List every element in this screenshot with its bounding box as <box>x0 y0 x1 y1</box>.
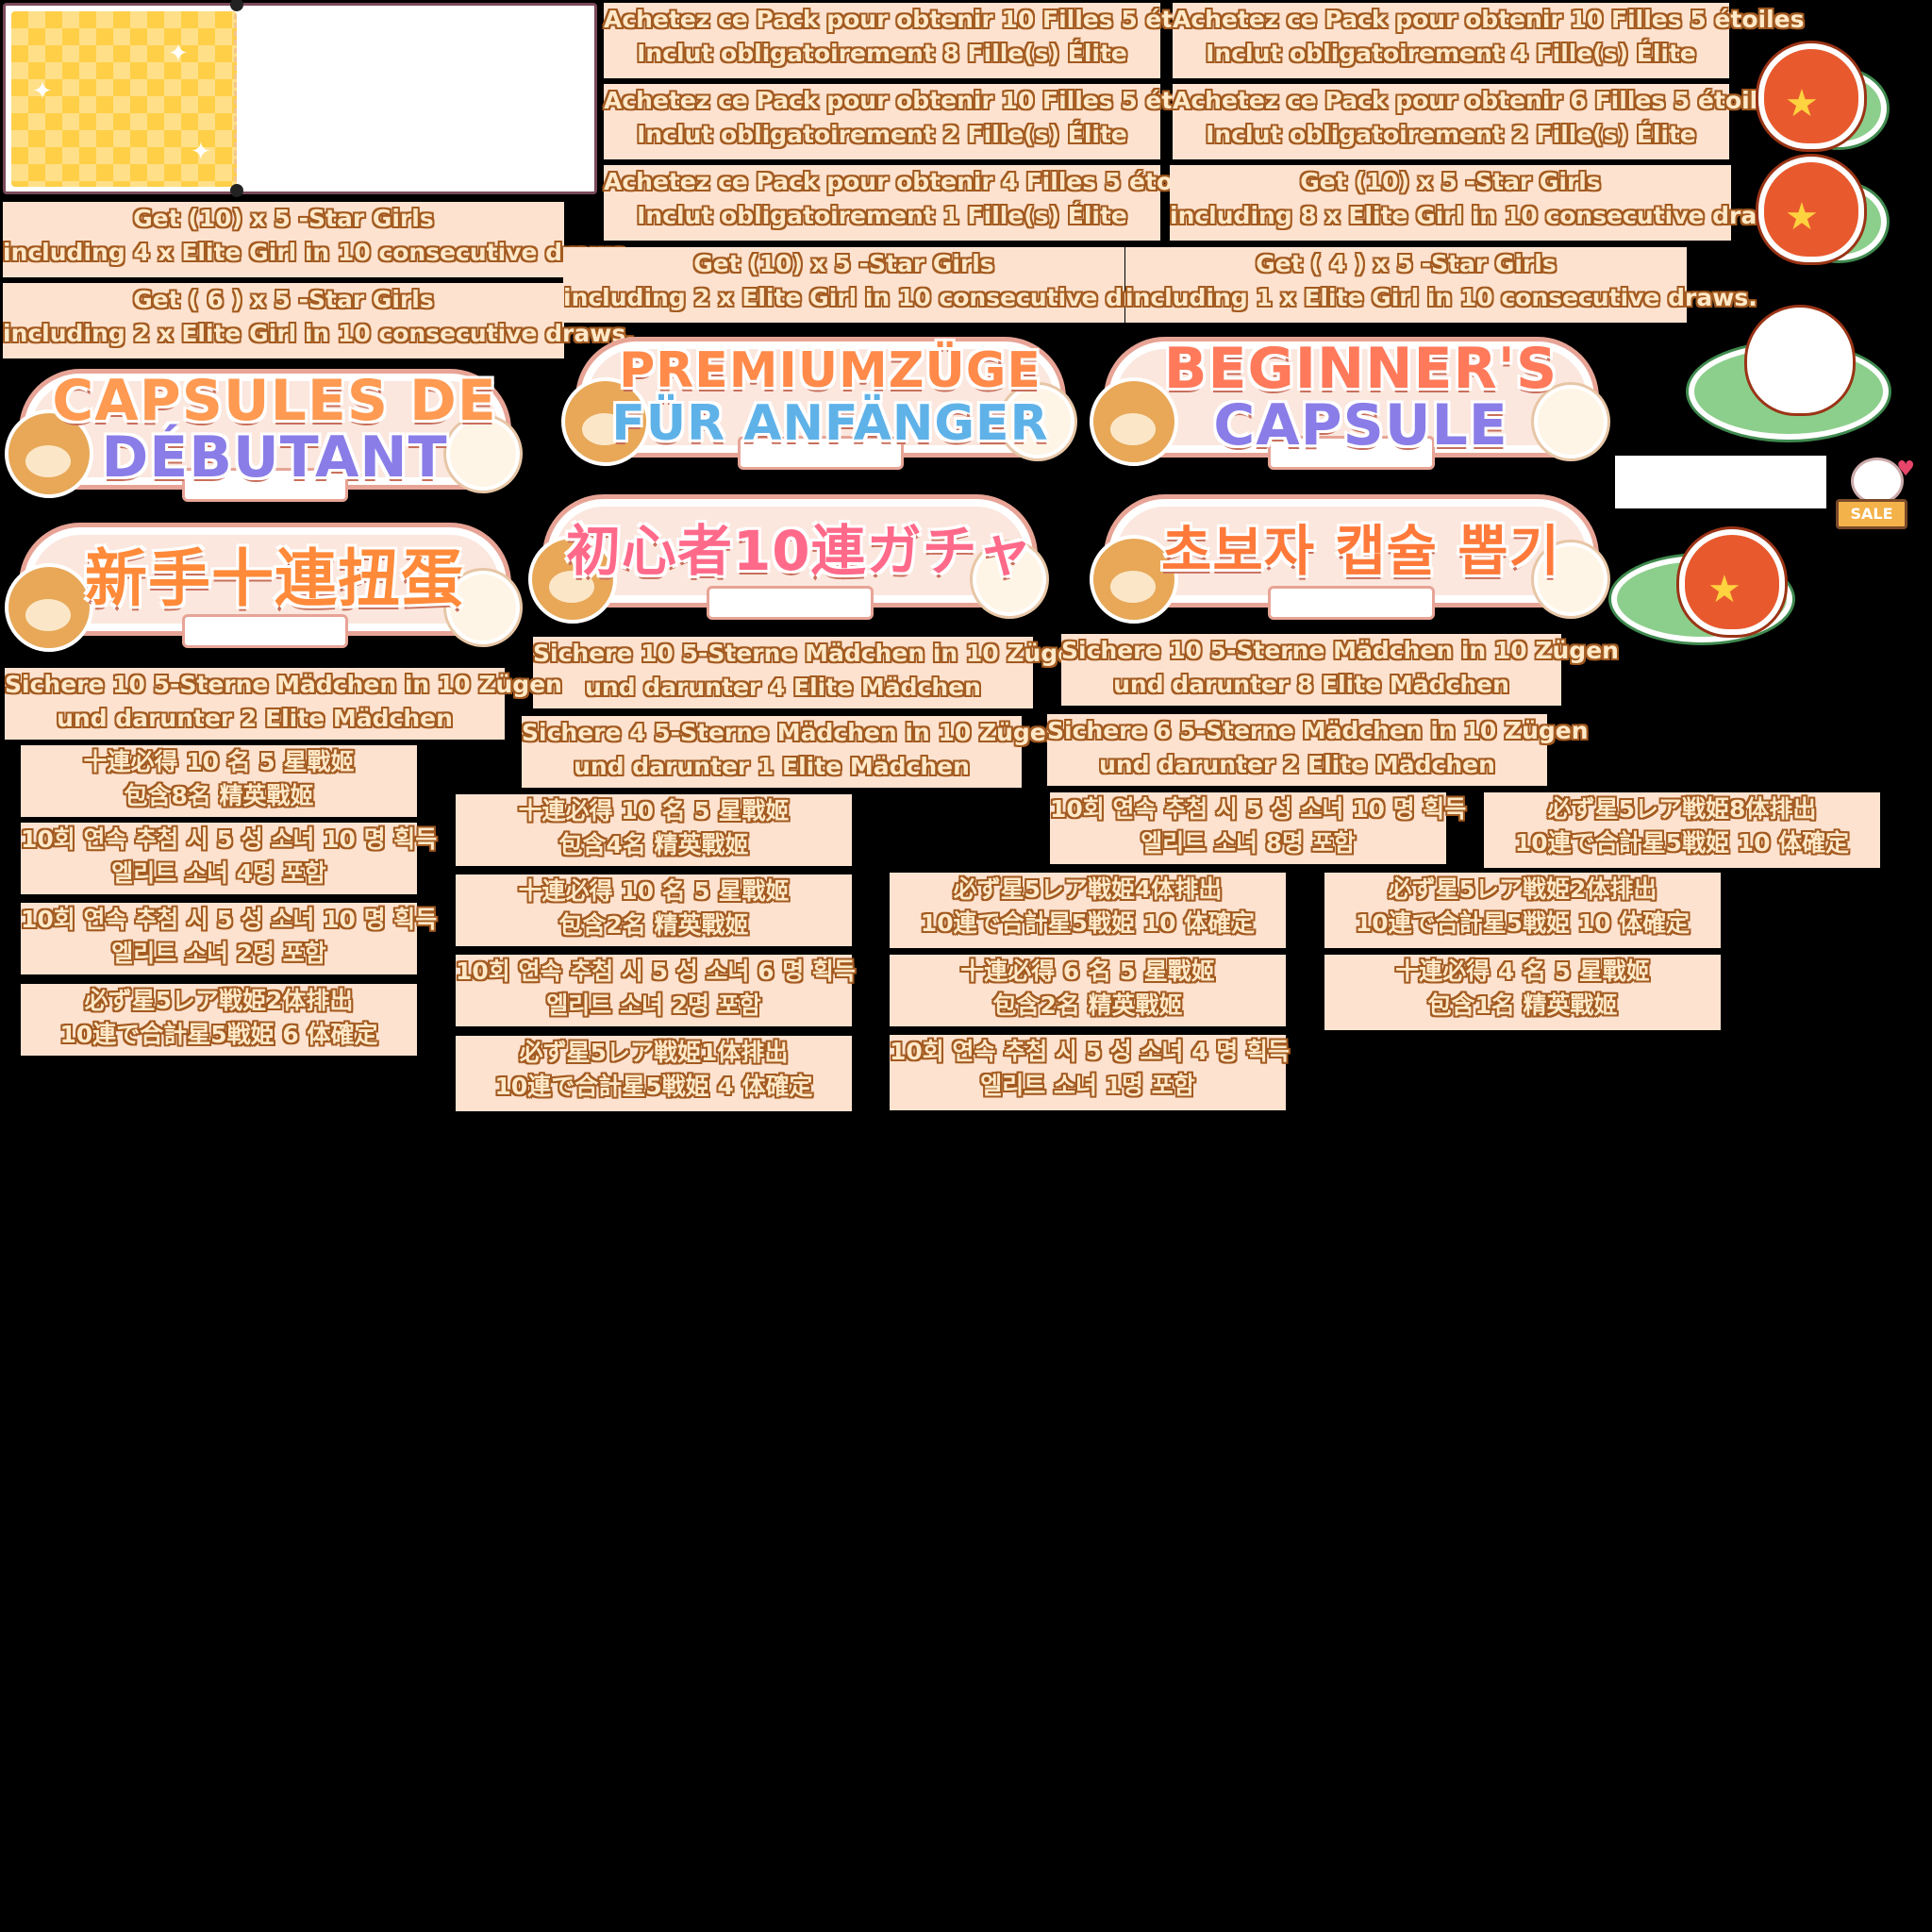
text-cell-ja1: 必ず星5レア戦姫8体排出 10連で合計星5戦姫 10 体確定 <box>1484 792 1880 868</box>
logo-zh: 新手十連扭蛋 <box>5 514 525 656</box>
logo-title: PREMIUMZÜGE FÜR ANFÄNGER <box>611 342 1049 452</box>
ticket-notch <box>230 0 243 11</box>
text-cell-de1: Sichere 10 5-Sterne Mädchen in 10 Zügen u… <box>533 637 1091 708</box>
logo-title: 初心者10連ガチャ <box>565 519 1034 583</box>
logo-ko: 초보자 캡슐 뽑기 <box>1090 486 1613 627</box>
cat-coin-bag-icon <box>1689 302 1898 443</box>
sparkle-icon: ✦ <box>32 77 53 106</box>
text-cell-en3: Get (10) x 5 -Star Girls including 2 x El… <box>563 247 1195 323</box>
coin-bag-icon: ★ <box>1745 151 1887 264</box>
text-cell-ko4: 10회 연속 추첨 시 5 성 소녀 6 명 획득 엘리트 소녀 2명 포함 <box>456 955 856 1026</box>
text-cell-ja3: 必ず星5レア戦姫2体排出 10連で合計星5戦姫 10 体確定 <box>1324 873 1721 948</box>
sparkle-icon: ✦ <box>191 138 211 166</box>
text-cell-ko3: 10회 연속 추첨 시 5 성 소녀 10 명 획득 엘리트 소녀 2명 포함 <box>21 903 437 974</box>
text-cell-zh5: 十連必得 4 名 5 星戰姬 包含1名 精英戰姬 <box>1324 955 1721 1030</box>
logo-en: BEGINNER'S CAPSULE <box>1090 328 1613 477</box>
logo-title: 초보자 캡슐 뽑기 <box>1161 519 1560 583</box>
logo-ja: 初心者10連ガチャ <box>528 486 1052 627</box>
coin-bag-icon: ★ <box>1745 38 1887 151</box>
blank-panel <box>1615 456 1826 508</box>
coin-bag-icon: ★ <box>1611 524 1811 646</box>
text-cell-ko5: 10회 연속 추첨 시 5 성 소녀 4 명 획득 엘리트 소녀 1명 포함 <box>890 1035 1290 1110</box>
ticket-notch <box>230 184 243 197</box>
text-cell-ja2: 必ず星5レア戦姫4体排出 10連で合計星5戦姫 10 体確定 <box>890 873 1286 948</box>
text-cell-de3: Sichere 10 5-Sterne Mädchen in 10 Zügen u… <box>5 668 562 740</box>
logo-title: CAPSULES DE DÉBUTANT <box>52 368 497 491</box>
logo-title: 新手十連扭蛋 <box>85 542 464 615</box>
text-cell-de5: Sichere 6 5-Sterne Mädchen in 10 Zügen un… <box>1047 714 1589 786</box>
text-cell-zh1: 十連必得 10 名 5 星戰姬 包含8名 精英戰姬 <box>21 745 417 817</box>
text-cell-de2: Sichere 10 5-Sterne Mädchen in 10 Zügen u… <box>1061 634 1619 706</box>
text-cell-zh4: 十連必得 6 名 5 星戰姬 包含2名 精英戰姬 <box>890 955 1286 1026</box>
logo-de: PREMIUMZÜGE FÜR ANFÄNGER <box>561 328 1080 477</box>
ticket-card: ✦ ✦ ✦ <box>3 0 597 197</box>
sparkle-icon: ✦ <box>168 40 189 68</box>
text-cell-fr2: Achetez ce Pack pour obtenir 10 Filles 5… <box>1173 3 1804 78</box>
text-cell-en5: Get ( 6 ) x 5 -Star Girls including 2 x E… <box>3 283 635 358</box>
text-cell-zh2: 十連必得 10 名 5 星戰姬 包含4名 精英戰姬 <box>456 794 852 866</box>
text-cell-de4: Sichere 4 5-Sterne Mädchen in 10 Zügen un… <box>522 716 1063 788</box>
text-cell-ko2: 10회 연속 추첨 시 5 성 소녀 10 명 획득 엘리트 소녀 4명 포함 <box>21 823 437 894</box>
text-cell-ko1: 10회 연속 추첨 시 5 성 소녀 10 명 획득 엘리트 소녀 8명 포함 <box>1050 792 1466 864</box>
text-cell-en1: Get (10) x 5 -Star Girls including 8 x El… <box>1170 165 1802 241</box>
text-cell-en2: Get (10) x 5 -Star Girls including 4 x El… <box>3 202 635 277</box>
logo-title: BEGINNER'S CAPSULE <box>1163 336 1558 458</box>
sale-label: SALE <box>1836 499 1907 529</box>
text-cell-zh3: 十連必得 10 名 5 星戰姬 包含2名 精英戰姬 <box>456 874 852 946</box>
text-cell-fr3: Achetez ce Pack pour obtenir 10 Filles 5… <box>604 84 1235 159</box>
text-cell-en4: Get ( 4 ) x 5 -Star Girls including 1 x E… <box>1125 247 1757 323</box>
text-cell-ja5: 必ず星5レア戦姫1体排出 10連で合計星5戦姫 4 体確定 <box>456 1036 852 1111</box>
logo-fr: CAPSULES DE DÉBUTANT <box>5 360 525 509</box>
text-cell-fr1: Achetez ce Pack pour obtenir 10 Filles 5… <box>604 3 1235 78</box>
text-cell-fr5: Achetez ce Pack pour obtenir 4 Filles 5 … <box>604 165 1219 241</box>
text-cell-ja4: 必ず星5レア戦姫2体排出 10連で合計星5戦姫 6 体確定 <box>21 984 417 1056</box>
text-cell-fr4: Achetez ce Pack pour obtenir 6 Filles 5 … <box>1173 84 1788 159</box>
sale-cat-icon: ♥ SALE <box>1836 458 1915 529</box>
